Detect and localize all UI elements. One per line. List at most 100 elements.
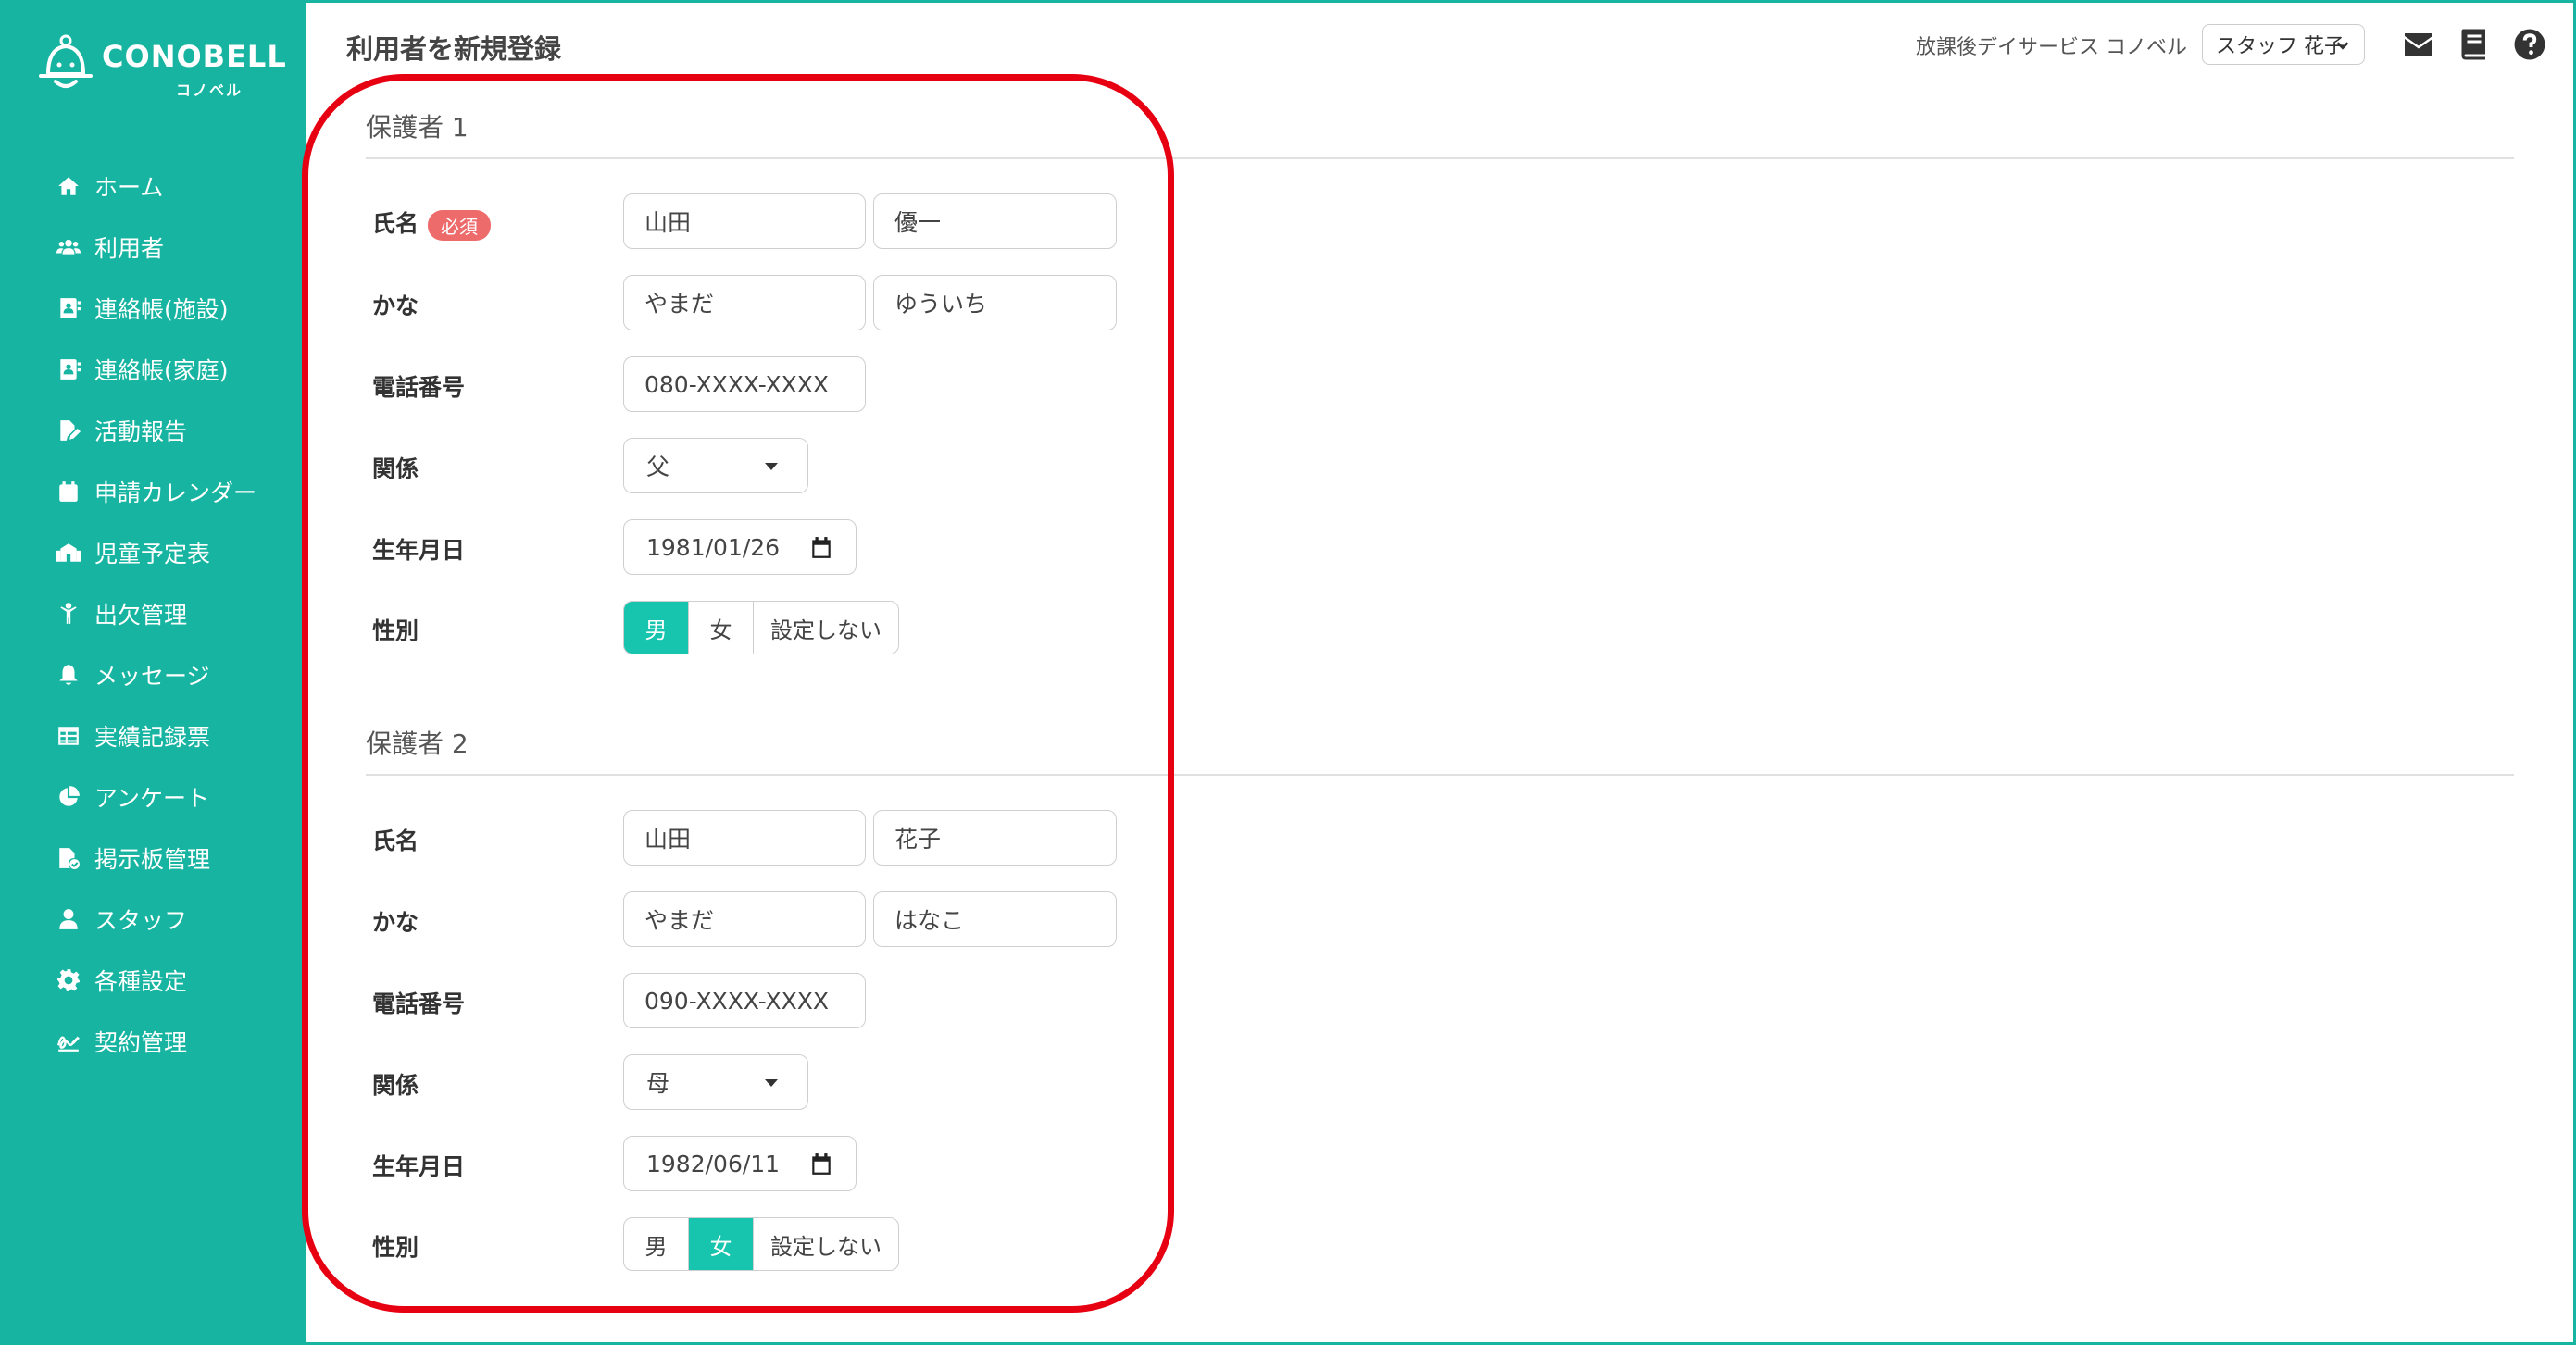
page-title: 利用者を新規登録 xyxy=(346,33,562,65)
calendar-icon[interactable] xyxy=(809,536,833,560)
sidebar-nav: ホーム 利用者 連絡帳(施設) 連絡帳(家庭) 活動報告 申請カレンダー 児童予… xyxy=(0,156,306,1072)
brand-sub: コノベル xyxy=(176,81,244,99)
bell-icon xyxy=(56,662,81,688)
sidebar-item-label: 実績記録票 xyxy=(94,724,211,751)
relation-value: 母 xyxy=(646,1070,670,1097)
guardian-2-first-name-input[interactable]: 花子 xyxy=(873,810,1117,866)
sidebar-item-contact-facility[interactable]: 連絡帳(施設) xyxy=(0,278,306,339)
gender-unset-button[interactable]: 設定しない xyxy=(754,602,898,654)
guardian-1-phone-input[interactable]: 080-XXXX-XXXX xyxy=(623,356,866,412)
calendar-icon xyxy=(56,479,81,504)
gender-unset-button[interactable]: 設定しない xyxy=(754,1218,898,1270)
gender-female-button[interactable]: 女 xyxy=(689,602,754,654)
gender-label: 性別 xyxy=(372,1234,419,1261)
gender-male-button[interactable]: 男 xyxy=(624,602,689,654)
sidebar-item-label: 契約管理 xyxy=(94,1029,188,1056)
guardian-1-first-name-input[interactable]: 優一 xyxy=(873,193,1117,249)
calendar-icon[interactable] xyxy=(809,1152,833,1177)
sidebar-item-board[interactable]: 掲示板管理 xyxy=(0,828,306,889)
sidebar-item-label: 連絡帳(施設) xyxy=(94,296,229,323)
sidebar-item-label: アンケート xyxy=(94,785,210,812)
birthdate-label: 生年月日 xyxy=(372,537,466,564)
bell-logo-icon xyxy=(39,34,93,88)
sidebar-item-label: 連絡帳(家庭) xyxy=(94,357,229,384)
required-badge: 必須 xyxy=(428,209,492,241)
user-tie-icon xyxy=(56,906,81,932)
sidebar-item-label: ホーム xyxy=(94,174,164,201)
header: 利用者を新規登録 放課後デイサービス コノベル スタッフ 花子 xyxy=(306,0,2576,87)
window-frame xyxy=(0,0,2576,1345)
guardian-1-title: 保護者 1 xyxy=(366,112,469,143)
sidebar-item-performance-record[interactable]: 実績記録票 xyxy=(0,705,306,766)
sidebar-item-label: 児童予定表 xyxy=(94,541,211,567)
staff-dropdown[interactable]: スタッフ 花子 xyxy=(2202,24,2365,65)
birthdate-value: 1981/01/26 xyxy=(646,533,781,561)
sidebar-item-contact-home[interactable]: 連絡帳(家庭) xyxy=(0,339,306,400)
birthdate-value: 1982/06/11 xyxy=(646,1150,781,1177)
sidebar-item-attendance[interactable]: 出欠管理 xyxy=(0,583,306,644)
relation-label: 関係 xyxy=(372,455,419,482)
guardian-2-phone-input[interactable]: 090-XXXX-XXXX xyxy=(623,973,866,1028)
divider xyxy=(366,774,2514,776)
guardian-2-last-name-input[interactable]: 山田 xyxy=(623,810,866,866)
guardian-2-relation-select[interactable]: 母 xyxy=(623,1054,808,1110)
guardian-1-first-kana-input[interactable]: ゆういち xyxy=(873,275,1117,330)
guardian-2-birthdate-input[interactable]: 1982/06/11 xyxy=(623,1136,857,1191)
home-icon xyxy=(56,173,81,199)
relation-label: 関係 xyxy=(372,1072,419,1099)
mail-icon[interactable] xyxy=(2400,26,2437,63)
sidebar-item-label: スタッフ xyxy=(94,907,188,934)
guardian-1-last-name-input[interactable]: 山田 xyxy=(623,193,866,249)
gear-icon xyxy=(56,967,81,993)
sidebar-item-application-calendar[interactable]: 申請カレンダー xyxy=(0,461,306,522)
divider xyxy=(366,157,2514,159)
sidebar-item-contracts[interactable]: 契約管理 xyxy=(0,1011,306,1072)
sidebar-item-users[interactable]: 利用者 xyxy=(0,217,306,278)
guardian-2-gender-group: 男 女 設定しない xyxy=(623,1217,899,1271)
sidebar-item-home[interactable]: ホーム xyxy=(0,156,306,217)
file-check-icon xyxy=(56,845,81,871)
help-icon[interactable] xyxy=(2511,26,2548,63)
caret-down-icon xyxy=(765,1079,778,1087)
signature-icon xyxy=(56,1028,81,1054)
guardian-2-first-kana-input[interactable]: はなこ xyxy=(873,891,1117,947)
sidebar-item-child-schedule[interactable]: 児童予定表 xyxy=(0,522,306,583)
sidebar-item-label: メッセージ xyxy=(94,663,210,690)
phone-label: 電話番号 xyxy=(372,374,466,401)
sidebar-item-activity-report[interactable]: 活動報告 xyxy=(0,400,306,461)
gender-female-button[interactable]: 女 xyxy=(689,1218,754,1270)
name-label: 氏名 必須 xyxy=(372,205,492,241)
file-edit-icon xyxy=(56,417,81,443)
relation-value: 父 xyxy=(646,454,670,480)
sidebar-item-label: 掲示板管理 xyxy=(94,846,211,873)
birthdate-label: 生年月日 xyxy=(372,1153,466,1180)
name-label-text: 氏名 xyxy=(372,210,419,237)
sidebar-item-label: 活動報告 xyxy=(94,418,188,445)
sidebar-item-label: 申請カレンダー xyxy=(94,479,257,506)
phone-label: 電話番号 xyxy=(372,990,466,1017)
table-icon xyxy=(56,723,81,749)
sidebar-item-survey[interactable]: アンケート xyxy=(0,766,306,828)
guardian-2-title: 保護者 2 xyxy=(366,729,469,759)
gender-male-button[interactable]: 男 xyxy=(624,1218,689,1270)
chevron-down-icon xyxy=(2336,42,2349,50)
sidebar-item-staff[interactable]: スタッフ xyxy=(0,889,306,950)
brand-name: CONOBELL xyxy=(102,39,287,74)
logo[interactable]: CONOBELL コノベル xyxy=(39,33,286,99)
guardian-2-last-kana-input[interactable]: やまだ xyxy=(623,891,866,947)
sidebar-item-label: 出欠管理 xyxy=(94,602,188,629)
caret-down-icon xyxy=(765,463,778,470)
staff-name: スタッフ 花子 xyxy=(2216,35,2345,58)
guardian-1-last-kana-input[interactable]: やまだ xyxy=(623,275,866,330)
guardian-1-birthdate-input[interactable]: 1981/01/26 xyxy=(623,519,857,575)
facility-name: 放課後デイサービス コノベル xyxy=(1916,36,2187,59)
school-icon xyxy=(56,540,81,566)
sidebar-item-settings[interactable]: 各種設定 xyxy=(0,950,306,1011)
sidebar-item-messages[interactable]: メッセージ xyxy=(0,644,306,705)
name-label: 氏名 xyxy=(372,828,419,854)
guardian-1-relation-select[interactable]: 父 xyxy=(623,438,808,493)
manual-book-icon[interactable] xyxy=(2456,26,2493,63)
sidebar: CONOBELL コノベル ホーム 利用者 連絡帳(施設) 連絡帳(家庭) 活動… xyxy=(0,0,306,1345)
guardian-1-gender-group: 男 女 設定しない xyxy=(623,601,899,654)
contact-book-icon xyxy=(56,295,81,321)
